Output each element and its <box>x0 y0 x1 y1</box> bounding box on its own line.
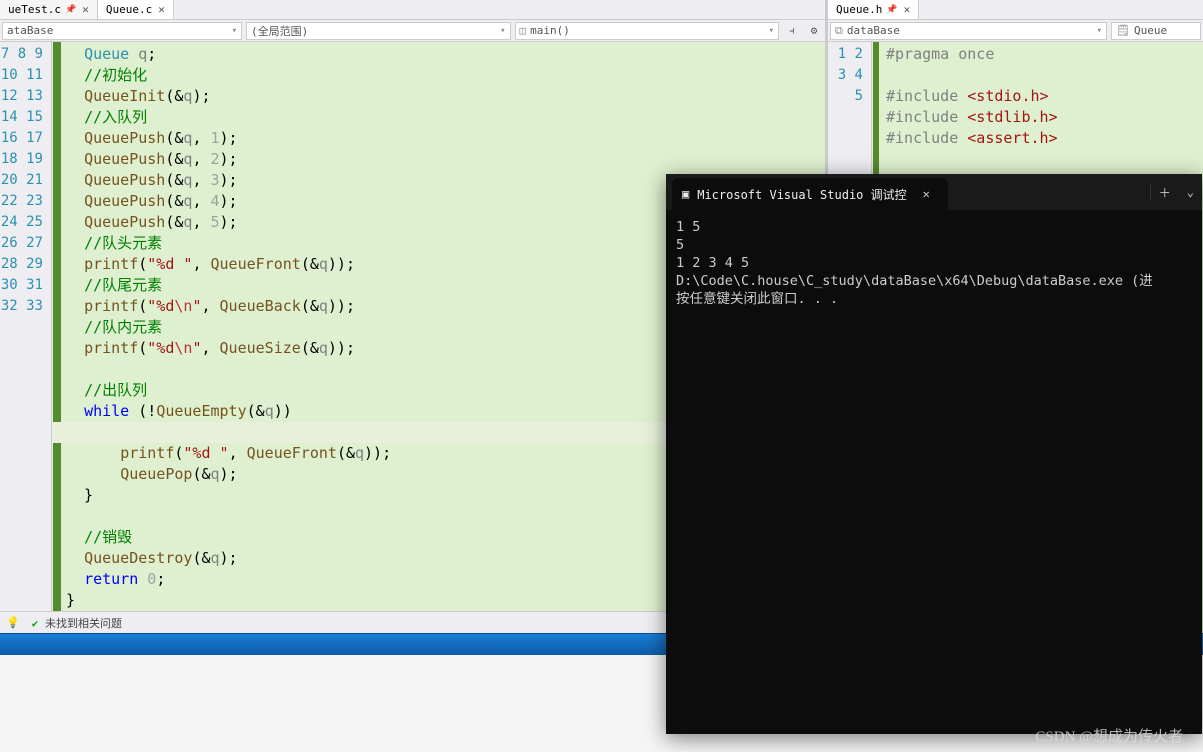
scope-combo-1[interactable]: ataBase ▾ <box>2 22 242 40</box>
terminal-titlebar: ▣ Microsoft Visual Studio 调试控 ✕ ＋ ⌄ <box>666 174 1202 210</box>
left-toolbar: ataBase ▾ (全局范围) ▾ ◫main() ▾ ⫞ ⚙ <box>0 20 825 42</box>
lightbulb-icon[interactable]: 💡 <box>6 616 20 629</box>
chevron-down-icon: ▾ <box>232 26 237 36</box>
terminal-output[interactable]: 1 5 5 1 2 3 4 5 D:\Code\C.house\C_study\… <box>666 210 1202 734</box>
pin-icon[interactable]: 📌 <box>886 5 897 15</box>
line-gutter: 7 8 9 10 11 12 13 14 15 16 17 18 19 20 2… <box>0 42 52 611</box>
issues-text: 未找到相关问题 <box>45 617 122 630</box>
scope-combo-3[interactable]: ◫main() ▾ <box>515 22 780 40</box>
scope3-text: main() <box>530 24 570 37</box>
scope-combo-r3[interactable]: 🗒 Queue <box>1111 22 1201 40</box>
r-scope3: Queue <box>1134 24 1167 37</box>
r-scope1: dataBase <box>847 24 900 37</box>
scope1-text: ataBase <box>7 24 53 37</box>
chevron-down-icon: ▾ <box>500 26 505 36</box>
project-icon: ⧉ <box>835 24 843 37</box>
file-tab[interactable]: Queue.h 📌 ✕ <box>828 0 919 19</box>
right-tabs: Queue.h 📌 ✕ <box>828 0 1203 20</box>
tab-label: Queue.h <box>836 3 882 16</box>
tab-label: Queue.c <box>106 3 152 16</box>
tab-label: ueTest.c <box>8 3 61 16</box>
close-icon[interactable]: ✕ <box>158 3 165 16</box>
scope-combo-2[interactable]: (全局范围) ▾ <box>246 22 511 40</box>
scope-combo-r1[interactable]: ⧉ dataBase ▾ <box>830 22 1107 40</box>
split-button[interactable]: ⫞ <box>783 22 801 40</box>
cube-icon: ◫ <box>520 24 527 37</box>
chevron-down-icon: ▾ <box>1097 26 1102 36</box>
close-icon[interactable]: ✕ <box>904 3 911 16</box>
left-tabs: ueTest.c 📌 ✕ Queue.c ✕ <box>0 0 825 20</box>
terminal-icon: ▣ <box>682 187 689 201</box>
tab-menu-button[interactable]: ⌄ <box>1179 185 1202 199</box>
watermark: CSDN @想成为传火者 <box>1035 725 1183 746</box>
new-tab-button[interactable]: ＋ <box>1150 184 1179 201</box>
scope2-text: (全局范围) <box>251 23 308 39</box>
terminal-title-text: Microsoft Visual Studio 调试控 <box>697 186 906 203</box>
file-tab[interactable]: ueTest.c 📌 ✕ <box>0 0 98 19</box>
pin-icon[interactable]: 📌 <box>65 5 76 15</box>
terminal-tab[interactable]: ▣ Microsoft Visual Studio 调试控 ✕ <box>672 178 948 210</box>
struct-icon: 🗒 <box>1116 24 1130 37</box>
check-icon: ✔ <box>32 617 39 630</box>
close-icon[interactable]: ✕ <box>82 3 89 16</box>
close-icon[interactable]: ✕ <box>915 187 938 201</box>
file-tab[interactable]: Queue.c ✕ <box>98 0 174 19</box>
debug-console-window[interactable]: ▣ Microsoft Visual Studio 调试控 ✕ ＋ ⌄ 1 5 … <box>666 174 1202 734</box>
chevron-down-icon: ▾ <box>769 26 774 36</box>
right-toolbar: ⧉ dataBase ▾ 🗒 Queue <box>828 20 1203 42</box>
gear-icon[interactable]: ⚙ <box>805 22 823 40</box>
